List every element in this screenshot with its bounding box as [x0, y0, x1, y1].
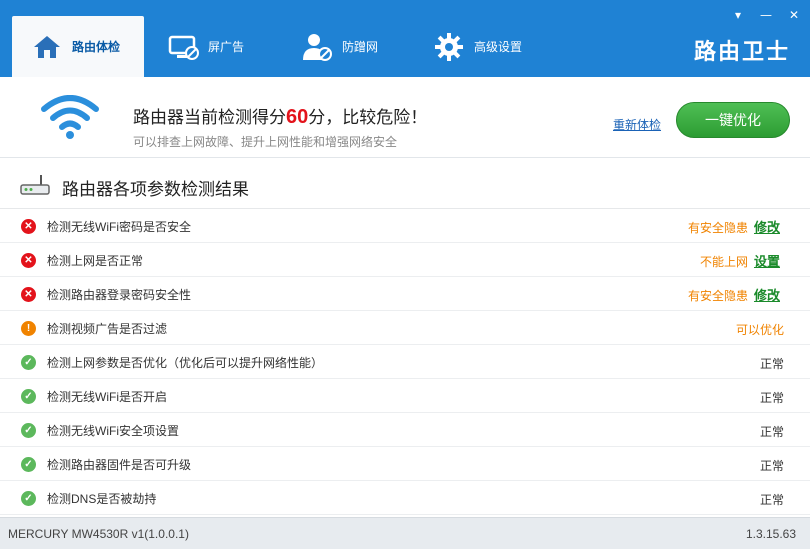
results-header: 路由器各项参数检测结果 — [0, 159, 810, 209]
table-row: ✕ 检测上网是否正常 不能上网 设置 — [0, 243, 810, 277]
score-headline: 路由器当前检测得分60分，比较危险！ — [133, 103, 427, 129]
check-item-label: 检测无线WiFi密码是否安全 — [47, 220, 191, 234]
check-item-label: 检测无线WiFi是否开启 — [47, 390, 167, 404]
wifi-icon — [40, 95, 100, 143]
table-row: ✓ 检测路由器固件是否可升级 正常 — [0, 447, 810, 481]
check-item-label: 检测上网参数是否优化（优化后可以提升网络性能） — [47, 356, 324, 370]
score-subtitle: 可以排查上网故障、提升上网性能和增强网络安全 — [133, 135, 398, 149]
check-item-label: 检测DNS是否被劫持 — [47, 492, 157, 506]
check-item-label: 检测上网是否正常 — [47, 254, 144, 268]
check-result: 正常 — [759, 459, 784, 473]
check-result: 正常 — [759, 493, 784, 507]
error-icon: ✕ — [21, 219, 36, 234]
check-result: 正常 — [759, 391, 784, 405]
one-click-optimize-button[interactable]: 一键优化 — [676, 102, 790, 138]
check-ok-icon: ✓ — [21, 423, 36, 438]
minimize-button[interactable]: — — [755, 6, 777, 24]
error-icon: ✕ — [21, 287, 36, 302]
table-row: ✓ 检测无线WiFi安全项设置 正常 — [0, 413, 810, 447]
check-item-label: 检测视频广告是否过滤 — [47, 322, 168, 336]
top-nav-bar: 路由体检 屏广告 防蹭网 高级设置 路由卫士 ▾ — ✕ — [0, 0, 810, 77]
close-button[interactable]: ✕ — [783, 6, 805, 24]
check-result: 有安全隐患 — [687, 289, 748, 303]
error-icon: ✕ — [21, 253, 36, 268]
monitor-block-icon — [166, 30, 200, 64]
check-item-label: 检测路由器登录密码安全性 — [47, 288, 192, 302]
warning-icon: ! — [21, 321, 36, 336]
check-ok-icon: ✓ — [21, 491, 36, 506]
table-row: ✕ 检测无线WiFi密码是否安全 有安全隐患 修改 — [0, 209, 810, 243]
router-icon — [19, 173, 51, 201]
check-ok-icon: ✓ — [21, 389, 36, 404]
fix-action-link[interactable]: 修改 — [754, 217, 780, 236]
check-ok-icon: ✓ — [21, 355, 36, 370]
results-title: 路由器各项参数检测结果 — [62, 180, 249, 199]
score-prefix: 路由器当前检测得分 — [133, 108, 286, 127]
tab-label: 路由体检 — [72, 40, 121, 54]
check-result: 可以优化 — [735, 323, 784, 337]
check-item-label: 检测无线WiFi安全项设置 — [47, 424, 179, 438]
table-row: ✓ 检测DNS是否被劫持 正常 — [0, 481, 810, 515]
tab-block-ads[interactable]: 屏广告 — [166, 16, 276, 77]
tab-advanced-settings[interactable]: 高级设置 — [432, 16, 552, 77]
recheck-link[interactable]: 重新体检 — [613, 116, 661, 133]
router-model: MERCURY MW4530R v1(1.0.0.1) — [8, 527, 189, 541]
table-row: ✓ 检测无线WiFi是否开启 正常 — [0, 379, 810, 413]
gear-icon — [432, 30, 466, 64]
tab-label: 防蹭网 — [342, 40, 379, 54]
score-value: 60 — [286, 106, 309, 128]
home-icon — [30, 30, 64, 64]
tab-label: 屏广告 — [208, 40, 245, 54]
status-bar: MERCURY MW4530R v1(1.0.0.1) 1.3.15.63 — [0, 517, 810, 549]
tab-router-checkup[interactable]: 路由体检 — [12, 16, 144, 77]
table-row: ✓ 检测上网参数是否优化（优化后可以提升网络性能） 正常 — [0, 345, 810, 379]
results-list: ✕ 检测无线WiFi密码是否安全 有安全隐患 修改 ✕ 检测上网是否正常 不能上… — [0, 209, 810, 515]
check-result: 不能上网 — [699, 255, 748, 269]
table-row: ! 检测视频广告是否过滤 可以优化 — [0, 311, 810, 345]
tab-anti-freeloader[interactable]: 防蹭网 — [300, 16, 410, 77]
check-ok-icon: ✓ — [21, 457, 36, 472]
fix-action-link[interactable]: 修改 — [754, 285, 780, 304]
check-result: 有安全隐患 — [687, 221, 748, 235]
app-version: 1.3.15.63 — [745, 527, 796, 541]
check-item-label: 检测路由器固件是否可升级 — [47, 458, 192, 472]
check-result: 正常 — [759, 425, 784, 439]
menu-dropdown-button[interactable]: ▾ — [727, 6, 749, 24]
fix-action-link[interactable]: 设置 — [754, 251, 780, 270]
check-result: 正常 — [759, 357, 784, 371]
table-row: ✕ 检测路由器登录密码安全性 有安全隐患 修改 — [0, 277, 810, 311]
app-brand-logo: 路由卫士 — [693, 40, 790, 65]
score-suffix: 分，比较危险！ — [308, 108, 428, 127]
tab-label: 高级设置 — [474, 40, 523, 54]
user-block-icon — [300, 30, 334, 64]
